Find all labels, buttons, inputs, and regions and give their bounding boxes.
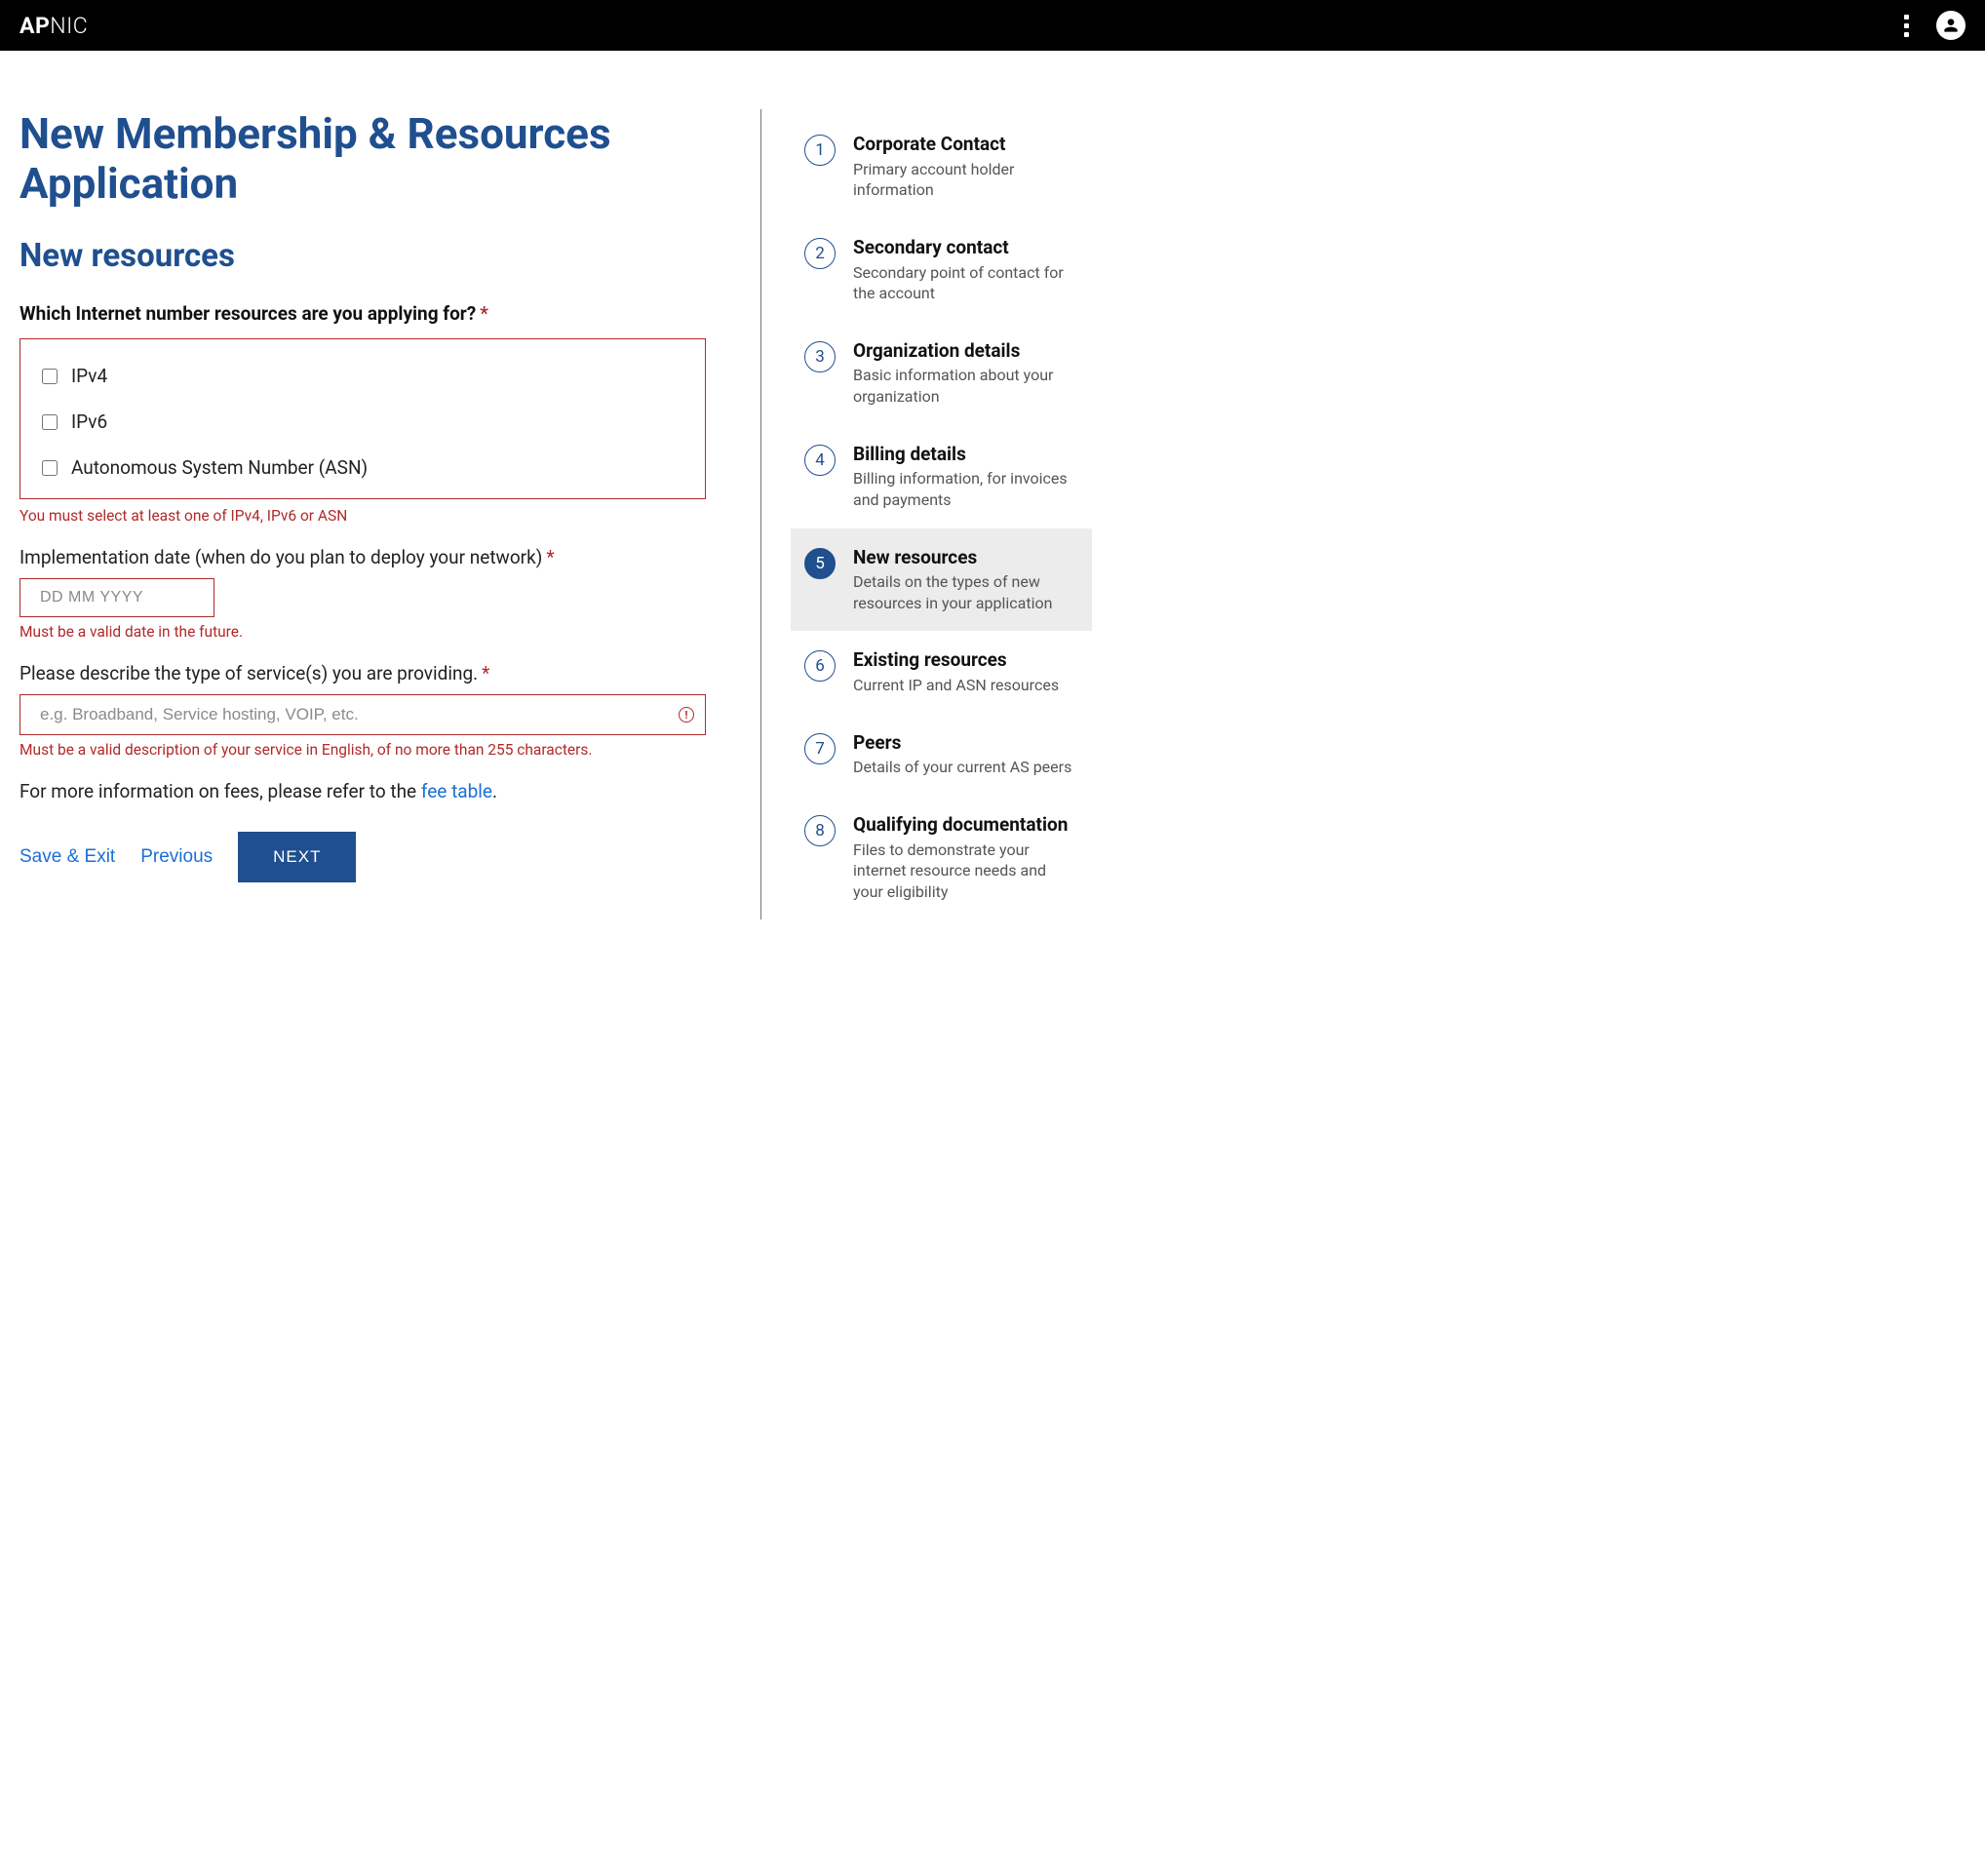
save-exit-button[interactable]: Save & Exit — [19, 846, 115, 868]
step-1[interactable]: 1 Corporate ContactPrimary account holder… — [791, 115, 1092, 218]
previous-button[interactable]: Previous — [140, 846, 213, 868]
step-number: 7 — [804, 733, 836, 764]
error-icon: ! — [679, 707, 694, 723]
step-desc: Primary account holder information — [853, 159, 1078, 201]
fee-info: For more information on fees, please ref… — [19, 780, 706, 802]
step-body: Billing detailsBilling information, for … — [853, 443, 1078, 511]
checkbox-ipv6[interactable]: IPv6 — [42, 399, 683, 445]
q1-error: You must select at least one of IPv4, IP… — [19, 507, 706, 525]
checkbox-asn-label: Autonomous System Number (ASN) — [71, 456, 368, 479]
steps-sidebar: 1 Corporate ContactPrimary account holder… — [760, 109, 1092, 919]
step-2[interactable]: 2 Secondary contactSecondary point of con… — [791, 218, 1092, 322]
required-asterisk: * — [546, 546, 554, 568]
checkbox-ipv4-input[interactable] — [42, 369, 58, 384]
brand-logo[interactable]: APNIC — [19, 13, 88, 39]
q2-error: Must be a valid date in the future. — [19, 623, 706, 641]
step-title: New resources — [853, 546, 1078, 570]
step-desc: Details of your current AS peers — [853, 757, 1078, 778]
implementation-date-input[interactable] — [19, 578, 214, 617]
step-body: Existing resourcesCurrent IP and ASN res… — [853, 648, 1078, 695]
step-number: 4 — [804, 445, 836, 476]
step-body: New resourcesDetails on the types of new… — [853, 546, 1078, 614]
step-body: Corporate ContactPrimary account holder … — [853, 133, 1078, 201]
topbar-actions — [1904, 11, 1966, 40]
step-number: 3 — [804, 341, 836, 372]
step-title: Secondary contact — [853, 236, 1078, 260]
page-body: New Membership & Resources Application N… — [0, 51, 1111, 958]
fee-table-link[interactable]: fee table — [421, 780, 492, 802]
step-desc: Secondary point of contact for the accou… — [853, 262, 1078, 304]
step-number: 1 — [804, 135, 836, 166]
required-asterisk: * — [482, 662, 489, 684]
section-title: New resources — [19, 237, 706, 275]
checkbox-ipv4[interactable]: IPv4 — [42, 353, 683, 399]
required-asterisk: * — [480, 302, 488, 325]
brand-bold: AP — [19, 13, 50, 39]
q1-label: Which Internet number resources are you … — [19, 302, 706, 325]
step-body: PeersDetails of your current AS peers — [853, 731, 1078, 778]
step-3[interactable]: 3 Organization detailsBasic information a… — [791, 322, 1092, 425]
q3-label: Please describe the type of service(s) y… — [19, 662, 706, 684]
step-number: 8 — [804, 815, 836, 846]
page-title: New Membership & Resources Application — [19, 109, 706, 208]
step-8[interactable]: 8 Qualifying documentationFiles to demons… — [791, 796, 1092, 919]
checkbox-asn[interactable]: Autonomous System Number (ASN) — [42, 445, 683, 490]
q2-label: Implementation date (when do you plan to… — [19, 546, 706, 568]
step-body: Qualifying documentationFiles to demonst… — [853, 813, 1078, 902]
step-desc: Current IP and ASN resources — [853, 675, 1078, 696]
topbar: APNIC — [0, 0, 1985, 51]
step-title: Corporate Contact — [853, 133, 1078, 157]
service-description-input[interactable] — [19, 694, 706, 735]
next-button[interactable]: NEXT — [238, 832, 356, 882]
checkbox-ipv4-label: IPv4 — [71, 365, 107, 387]
form-buttons: Save & Exit Previous NEXT — [19, 832, 706, 882]
step-title: Qualifying documentation — [853, 813, 1078, 838]
step-body: Secondary contactSecondary point of cont… — [853, 236, 1078, 304]
resource-checkbox-group: IPv4 IPv6 Autonomous System Number (ASN) — [19, 338, 706, 499]
checkbox-ipv6-label: IPv6 — [71, 410, 107, 433]
q3-error: Must be a valid description of your serv… — [19, 741, 706, 759]
step-6[interactable]: 6 Existing resourcesCurrent IP and ASN re… — [791, 631, 1092, 713]
step-title: Billing details — [853, 443, 1078, 467]
step-5[interactable]: 5 New resourcesDetails on the types of ne… — [791, 528, 1092, 632]
step-title: Peers — [853, 731, 1078, 756]
brand-thin: NIC — [50, 13, 88, 39]
checkbox-asn-input[interactable] — [42, 460, 58, 476]
step-number: 2 — [804, 238, 836, 269]
service-description-wrap: ! — [19, 694, 706, 735]
step-desc: Details on the types of new resources in… — [853, 571, 1078, 613]
checkbox-ipv6-input[interactable] — [42, 414, 58, 430]
step-body: Organization detailsBasic information ab… — [853, 339, 1078, 408]
step-desc: Files to demonstrate your internet resou… — [853, 840, 1078, 903]
kebab-menu-icon[interactable] — [1904, 15, 1909, 37]
main-column: New Membership & Resources Application N… — [19, 109, 760, 919]
step-title: Organization details — [853, 339, 1078, 364]
step-number: 5 — [804, 548, 836, 579]
account-icon[interactable] — [1936, 11, 1966, 40]
step-desc: Basic information about your organizatio… — [853, 365, 1078, 407]
step-number: 6 — [804, 650, 836, 682]
step-title: Existing resources — [853, 648, 1078, 673]
step-4[interactable]: 4 Billing detailsBilling information, for… — [791, 425, 1092, 528]
step-desc: Billing information, for invoices and pa… — [853, 468, 1078, 510]
step-7[interactable]: 7 PeersDetails of your current AS peers — [791, 714, 1092, 796]
